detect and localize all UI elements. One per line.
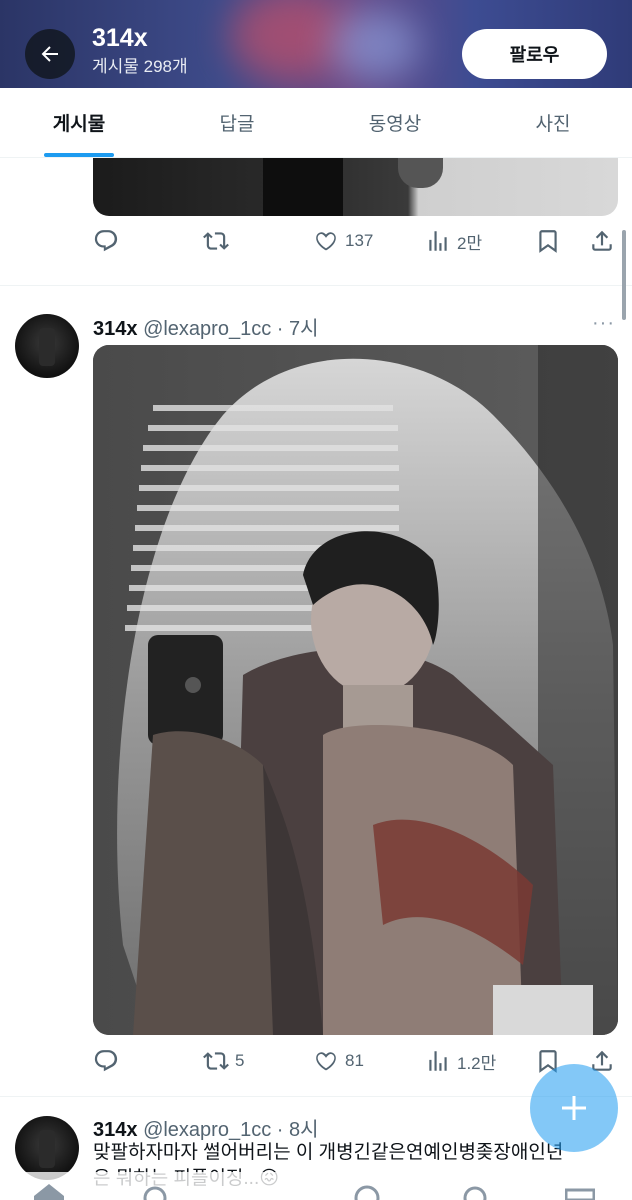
tweet-author-handle[interactable]: @lexapro_1cc bbox=[143, 318, 271, 340]
tab-posts[interactable]: 게시물 bbox=[0, 88, 158, 157]
home-icon[interactable] bbox=[34, 1184, 64, 1200]
like-count: 81 bbox=[345, 1051, 364, 1070]
tweet-author-name[interactable]: 314x bbox=[93, 318, 138, 340]
retweet-button[interactable]: 5 bbox=[203, 1048, 244, 1074]
tweet-header: 314x @lexapro_1cc · 7시 bbox=[93, 312, 319, 341]
like-icon bbox=[316, 232, 336, 251]
reply-button[interactable] bbox=[93, 1048, 125, 1074]
messages-icon[interactable] bbox=[565, 1184, 595, 1200]
retweet-icon bbox=[203, 232, 229, 250]
bookmark-icon bbox=[539, 230, 557, 253]
retweet-icon bbox=[203, 1052, 229, 1070]
view-count: 1.2만 bbox=[457, 1053, 497, 1073]
reply-button[interactable] bbox=[93, 228, 125, 254]
search-icon[interactable] bbox=[140, 1184, 170, 1200]
share-icon bbox=[592, 230, 612, 251]
tweet-author-name[interactable]: 314x bbox=[93, 1119, 138, 1141]
banner-blob bbox=[330, 10, 420, 80]
like-button[interactable]: 81 bbox=[313, 1048, 364, 1074]
post-count: 게시물 298개 bbox=[92, 57, 188, 76]
tweet-time[interactable]: · 7시 bbox=[277, 318, 319, 340]
avatar[interactable] bbox=[15, 314, 79, 378]
profile-header: 314x 게시물 298개 팔로우 bbox=[0, 0, 632, 88]
profile-tabs: 게시물 답글 동영상 사진 bbox=[0, 88, 632, 158]
tab-videos[interactable]: 동영상 bbox=[316, 88, 474, 157]
scrollbar[interactable] bbox=[622, 230, 626, 320]
view-count: 2만 bbox=[457, 233, 483, 253]
bookmark-button[interactable] bbox=[535, 228, 561, 254]
mirror-selfie-image bbox=[93, 345, 618, 1035]
views-icon bbox=[429, 231, 447, 251]
back-button[interactable] bbox=[25, 29, 75, 79]
tweet-header: 314x @lexapro_1cc · 8시 bbox=[93, 1113, 319, 1142]
like-button[interactable]: 137 bbox=[313, 228, 373, 254]
back-arrow-icon bbox=[41, 46, 58, 62]
spaces-icon[interactable] bbox=[352, 1184, 382, 1200]
compose-button[interactable] bbox=[530, 1064, 618, 1152]
reply-icon bbox=[94, 230, 118, 252]
bottom-navigation bbox=[0, 1172, 632, 1200]
follow-button[interactable]: 팔로우 bbox=[462, 29, 607, 79]
avatar[interactable] bbox=[15, 1116, 79, 1180]
views-button[interactable]: 2만 bbox=[425, 228, 482, 254]
tab-photos[interactable]: 사진 bbox=[474, 88, 632, 157]
tweet-author-handle[interactable]: @lexapro_1cc bbox=[143, 1119, 271, 1141]
profile-name: 314x bbox=[92, 24, 148, 52]
plus-icon bbox=[562, 1096, 586, 1120]
like-count: 137 bbox=[345, 231, 374, 250]
notifications-icon[interactable] bbox=[460, 1184, 490, 1200]
views-icon bbox=[429, 1051, 447, 1071]
more-icon[interactable]: ··· bbox=[592, 312, 615, 335]
views-button[interactable]: 1.2만 bbox=[425, 1048, 496, 1074]
divider bbox=[0, 285, 632, 286]
retweet-button[interactable] bbox=[203, 228, 235, 254]
tweet-actions: 137 2만 bbox=[93, 226, 618, 256]
retweet-count: 5 bbox=[235, 1051, 245, 1070]
tweet-actions: 5 81 1.2만 bbox=[93, 1046, 618, 1076]
tweet-text-line: 맞팔하자마자 썰어버리는 이 개병긴같은연예인병좆장애인년 bbox=[93, 1142, 564, 1163]
tab-replies[interactable]: 답글 bbox=[158, 88, 316, 157]
tweet-time[interactable]: · 8시 bbox=[277, 1119, 319, 1141]
tweet-photo[interactable] bbox=[93, 345, 618, 1035]
like-icon bbox=[316, 1052, 336, 1071]
share-button[interactable] bbox=[589, 228, 615, 254]
reply-icon bbox=[94, 1050, 118, 1072]
tweet-media[interactable] bbox=[93, 158, 618, 216]
